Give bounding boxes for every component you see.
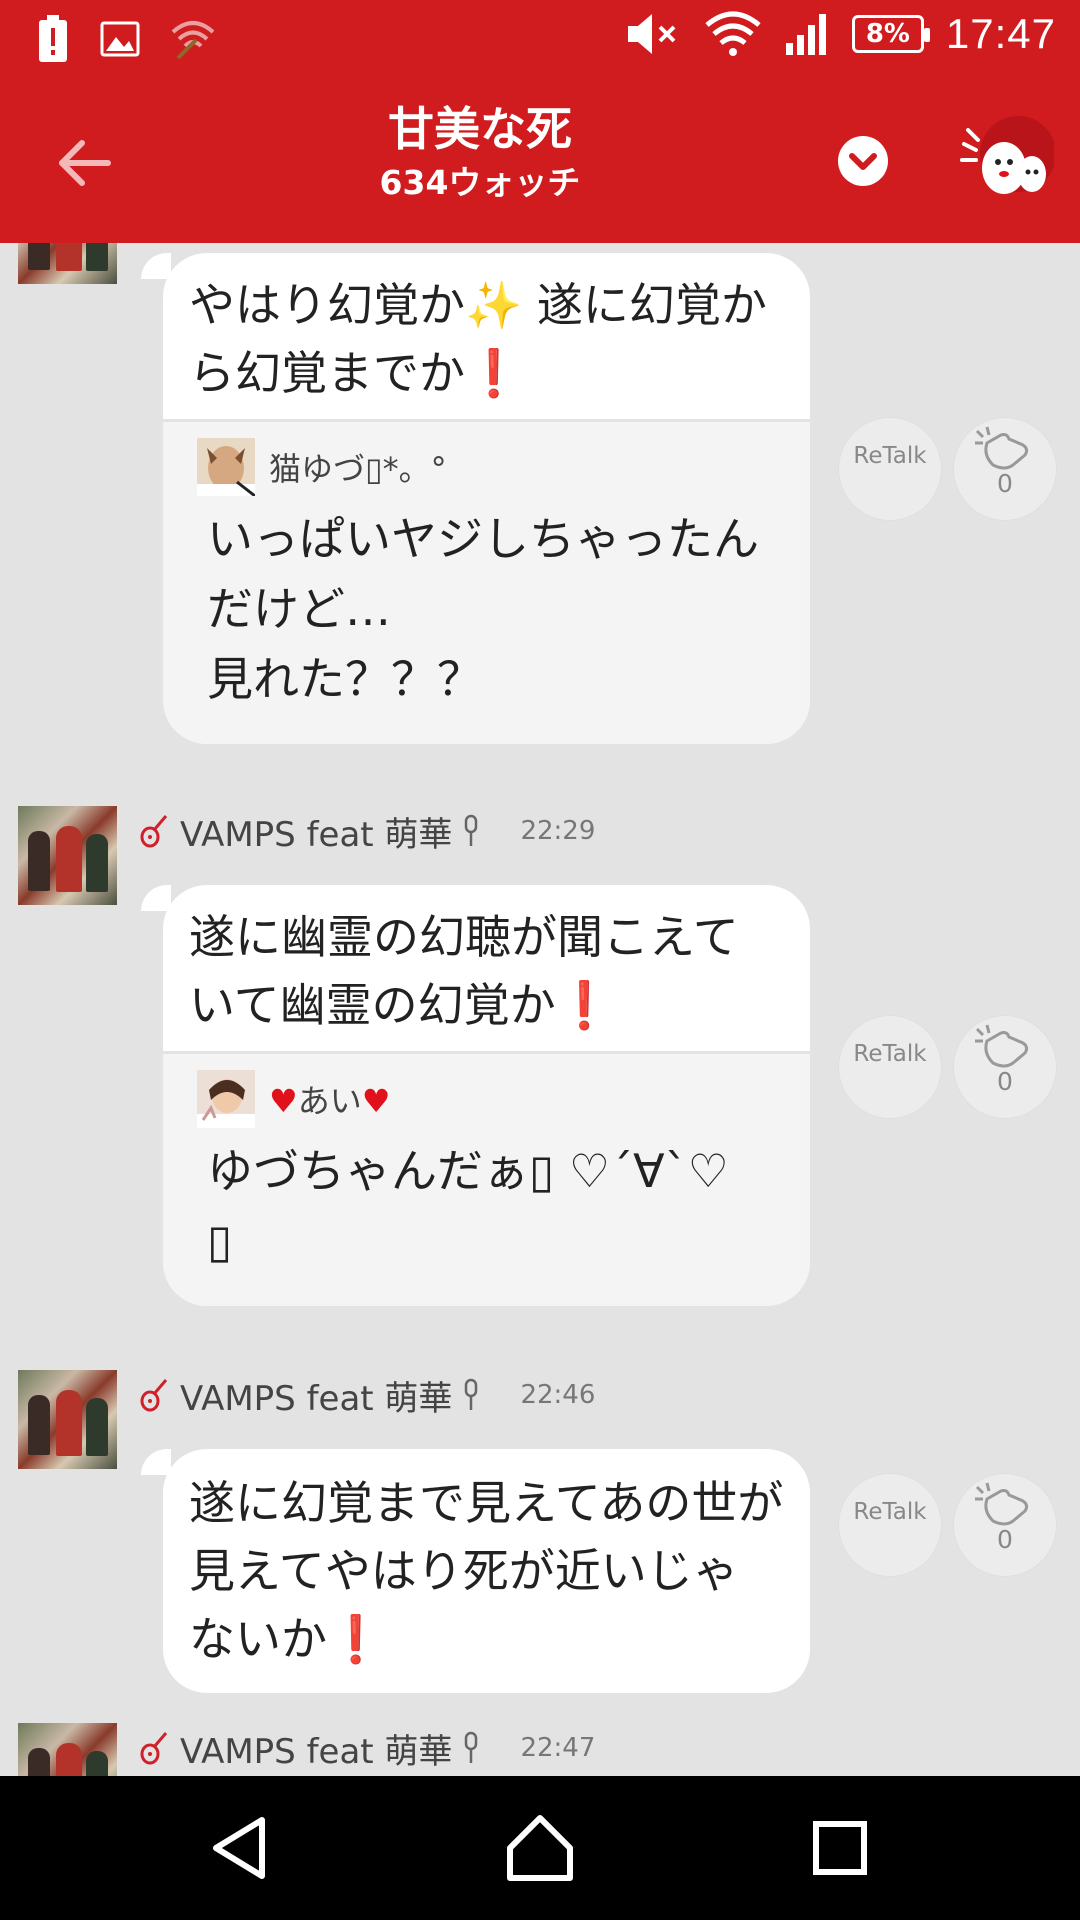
clap-button[interactable]: 0 [953,1473,1057,1577]
avatar[interactable] [18,1723,117,1776]
guitar-icon [140,815,168,848]
clap-button[interactable]: 0 [953,1015,1057,1119]
message-author[interactable]: VAMPS feat 萌華 [180,807,452,856]
clap-icon [975,1024,1029,1068]
message-author[interactable]: VAMPS feat 萌華 [180,1724,452,1773]
message-text: やはり幻覚か✨ 遂に幻覚から幻覚までか❗ [189,278,767,400]
bubble-tail [141,885,171,911]
quoted-message[interactable]: ♥あい♥ ゆづちゃんだぁ▯ ♡´∀`♡ ▯ [163,1051,810,1306]
message-time: 22:29 [520,816,596,846]
battery-alert-icon [36,14,70,64]
message-time: 22:46 [520,1380,596,1410]
message-bubble[interactable]: 遂に幽霊の幻聴が聞こえていて幽霊の幻覚か❗ ♥あい♥ ゆづちゃんだぁ▯ ♡´∀`… [163,885,810,1306]
avatar[interactable] [18,806,117,905]
retalk-button[interactable]: ReTalk [838,1473,942,1577]
signal-icon [784,11,830,57]
quote-author: 猫ゆづ▯*。° [269,450,447,488]
quote-text: ゆづちゃんだぁ▯ ♡´∀`♡ ▯ [207,1144,729,1268]
bubble-tail [141,1449,171,1475]
message-text: 遂に幽霊の幻聴が聞こえていて幽霊の幻覚か❗ [189,910,739,1032]
clap-icon [975,426,1029,470]
avatar[interactable] [18,1370,117,1469]
message-author[interactable]: VAMPS feat 萌華 [180,1371,452,1420]
app-header: 甘美な死 634ウォッチ [0,78,1080,243]
avatar[interactable] [18,243,117,284]
clap-button[interactable]: 0 [953,417,1057,521]
mascot-icon[interactable] [958,114,1056,210]
message-time: 22:47 [520,1733,596,1763]
retalk-button[interactable]: ReTalk [838,1015,942,1119]
microphone-icon [465,1731,478,1763]
status-bar: 8% 17:47 [0,0,1080,78]
message-meta: VAMPS feat 萌華 22:47 [140,1723,595,1773]
bubble-tail [141,253,171,279]
wifi-off-icon [170,18,216,60]
quote-author: ♥あい♥ [269,1082,391,1120]
nav-home-icon[interactable] [504,1812,576,1884]
microphone-icon [465,1378,478,1410]
clap-icon [975,1482,1029,1526]
mute-icon [626,11,682,57]
nav-recents-icon[interactable] [804,1812,876,1884]
quote-avatar [197,1070,255,1128]
watch-count: 634ウォッチ [379,163,581,202]
guitar-icon [140,1732,168,1765]
guitar-icon [140,1379,168,1412]
chat-list[interactable]: やはり幻覚か✨ 遂に幻覚から幻覚までか❗ 猫ゆづ▯*。° いっぱいヤジしちゃった… [0,243,1080,1776]
microphone-icon [465,814,478,846]
message-bubble[interactable]: 遂に幻覚まで見えてあの世が見えてやはり死が近いじゃないか❗ [163,1449,810,1693]
battery-indicator: 8% [851,15,930,53]
message-bubble[interactable]: やはり幻覚か✨ 遂に幻覚から幻覚までか❗ 猫ゆづ▯*。° いっぱいヤジしちゃった… [163,253,810,744]
arrow-left-icon[interactable] [50,128,120,198]
quote-text: いっぱいヤジしちゃったんだけど… 見れた？？？ [207,512,759,706]
clock: 17:47 [945,10,1056,57]
nav-back-icon[interactable] [204,1812,276,1884]
message-meta: VAMPS feat 萌華 22:29 [140,806,595,856]
quote-avatar [197,438,255,496]
wifi-icon [704,11,762,57]
system-nav-bar [0,1776,1080,1920]
clap-count: 0 [997,1525,1013,1554]
quoted-message[interactable]: 猫ゆづ▯*。° いっぱいヤジしちゃったんだけど… 見れた？？？ [163,419,810,744]
message-meta: VAMPS feat 萌華 22:46 [140,1370,595,1420]
image-icon [100,19,140,59]
header-title-block: 甘美な死 634ウォッチ [300,98,660,206]
message-text: 遂に幻覚まで見えてあの世が見えてやはり死が近いじゃないか❗ [189,1476,784,1666]
chevron-down-icon[interactable] [838,136,888,186]
retalk-button[interactable]: ReTalk [838,417,942,521]
page-title: 甘美な死 [388,102,572,156]
clap-count: 0 [997,469,1013,498]
clap-count: 0 [997,1067,1013,1096]
